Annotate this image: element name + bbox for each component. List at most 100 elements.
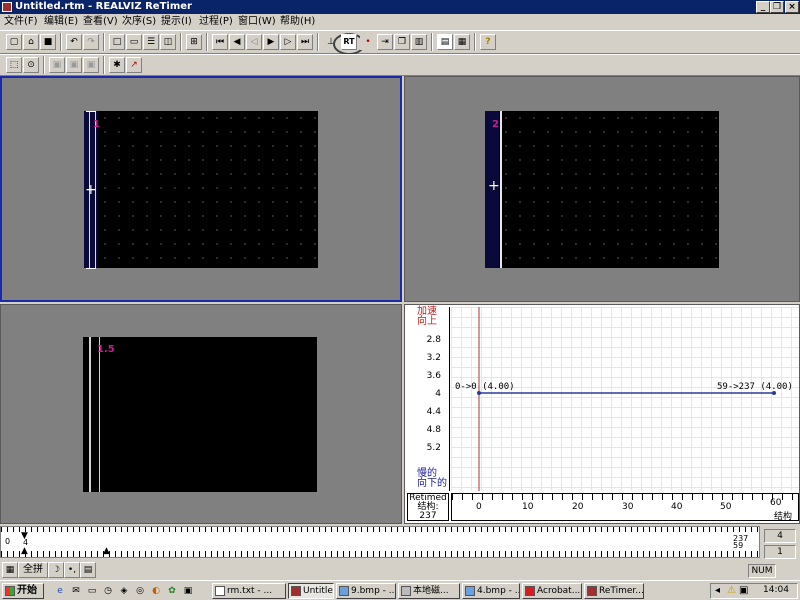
moon-icon[interactable]: ☽	[48, 562, 64, 578]
view-b-icon[interactable]: ▣	[66, 57, 82, 73]
menu-edit[interactable]: 编辑(E)	[42, 15, 80, 29]
task-untitled[interactable]: Untitled...	[288, 583, 334, 599]
speaker-icon[interactable]: ◂	[715, 584, 720, 597]
paint-icon	[465, 586, 475, 596]
close-button[interactable]: ×	[785, 1, 799, 13]
num-lock-indicator: NUM	[748, 564, 776, 578]
quicklaunch-icon[interactable]: ◈	[116, 583, 132, 599]
y-tick-label: 4	[435, 389, 441, 399]
copy-icon[interactable]: ❐	[394, 34, 410, 50]
undo-icon[interactable]: ↶	[66, 34, 82, 50]
graph-svg	[477, 307, 776, 491]
redo-icon[interactable]: ↷	[83, 34, 99, 50]
tray-app-icon[interactable]: ▣	[180, 583, 196, 599]
toolbar-separator	[103, 56, 105, 74]
layout-rows-icon[interactable]: ☰	[143, 34, 159, 50]
timeline-ticks-bottom	[1, 551, 759, 557]
ime-icon[interactable]: ▦	[2, 562, 18, 578]
viewport-a[interactable]: 1 +	[0, 76, 402, 302]
view-c-icon[interactable]: ▣	[83, 57, 99, 73]
restore-button[interactable]: ❐	[770, 1, 784, 13]
menu-view[interactable]: 查看(V)	[81, 15, 120, 29]
taskbar: 开始 e ✉ ▭ ◷ ◈ ◎ ◐ ✿ ▣ rm.txt - ... Untitl…	[0, 580, 800, 600]
frame-field-bottom[interactable]: 1	[764, 545, 796, 559]
keyboard-icon[interactable]: ▤	[80, 562, 96, 578]
menu-hint[interactable]: 提示(I)	[159, 15, 194, 29]
task-label: ReTimer...	[599, 586, 644, 596]
layout-columns-icon[interactable]: ◫	[160, 34, 176, 50]
task-label: 本地磁...	[413, 586, 449, 596]
viewport-c[interactable]: 1.5	[0, 304, 402, 524]
tray-app-icon[interactable]: ✿	[164, 583, 180, 599]
go-last-icon[interactable]: ⏭	[297, 34, 313, 50]
layout-grid-icon[interactable]: ⊞	[186, 34, 202, 50]
minimize-button[interactable]: _	[756, 1, 770, 13]
y-top-label-line2: 向上	[417, 316, 437, 327]
settings-panel-icon[interactable]: ▦	[454, 34, 470, 50]
range-start-marker-icon[interactable]: ▲	[21, 546, 28, 556]
range-end-marker-icon[interactable]: ▲	[103, 546, 110, 556]
windows-logo-icon	[5, 586, 15, 596]
viewport-b-frame	[485, 111, 719, 268]
graph-plot-area[interactable]: 0->0 (4.00) 59->237 (4.00)	[451, 307, 799, 491]
properties-icon[interactable]: ▤	[437, 34, 453, 50]
network-icon[interactable]: ▣	[739, 584, 748, 597]
layout-single-icon[interactable]: □	[109, 34, 125, 50]
menu-sequence[interactable]: 次序(S)	[120, 15, 158, 29]
warning-icon[interactable]: ⚠	[727, 584, 736, 597]
y-tick-label: 3.6	[426, 371, 441, 381]
y-bottom-label: 慢的 向下的	[417, 469, 447, 489]
menu-process[interactable]: 过程(P)	[197, 15, 235, 29]
firefox-icon[interactable]: ◐	[148, 583, 164, 599]
retime-graph-panel[interactable]: 加速 向上 2.8 3.2 3.6 4 4.4 4.8 5.2 慢的 向下的 0…	[404, 304, 800, 524]
realtime-preview-button[interactable]: RT	[341, 34, 357, 50]
curve-edit-icon[interactable]: ↗	[126, 57, 142, 73]
save-icon[interactable]: ■	[40, 34, 56, 50]
frame-number-label: 1	[93, 119, 100, 130]
media-icon[interactable]: ◎	[132, 583, 148, 599]
toolbar-separator	[474, 33, 476, 51]
import-icon[interactable]: ⇥	[377, 34, 393, 50]
ime-tile-button[interactable]: 全拼	[18, 562, 48, 578]
step-forward-icon[interactable]: ▷	[280, 34, 296, 50]
toolbar-separator	[206, 33, 208, 51]
frame-field-top[interactable]: 4	[764, 529, 796, 543]
open-folder-icon[interactable]: ⌂	[23, 34, 39, 50]
menu-window[interactable]: 窗口(W)	[236, 15, 278, 29]
new-file-icon[interactable]: ▢	[6, 34, 22, 50]
task-rm-txt[interactable]: rm.txt - ...	[212, 583, 286, 599]
task-4-bmp[interactable]: 4.bmp - ...	[462, 583, 520, 599]
ie-icon[interactable]: e	[52, 583, 68, 599]
task-label: rm.txt - ...	[227, 586, 273, 596]
play-back-icon[interactable]: ◁	[246, 34, 262, 50]
outlook-icon[interactable]: ✉	[68, 583, 84, 599]
record-icon[interactable]: •	[360, 34, 376, 50]
task-local-disk[interactable]: 本地磁...	[398, 583, 460, 599]
task-9-bmp[interactable]: 9.bmp - ...	[336, 583, 396, 599]
app-icon[interactable]	[2, 2, 12, 12]
layout-split-icon[interactable]: ▭	[126, 34, 142, 50]
crosshair-icon: +	[488, 178, 500, 194]
target-icon[interactable]: ⊙	[23, 57, 39, 73]
viewport-b[interactable]: 2 +	[404, 76, 800, 302]
keyframe-icon[interactable]: ✱	[109, 57, 125, 73]
desktop-icon[interactable]: ▭	[84, 583, 100, 599]
y-tick-label: 2.8	[426, 335, 441, 345]
task-retimer[interactable]: ReTimer...	[584, 583, 644, 599]
y-tick-label: 4.4	[426, 407, 441, 417]
menu-help[interactable]: 帮助(H)	[278, 15, 317, 29]
clock-app-icon[interactable]: ◷	[100, 583, 116, 599]
help-icon[interactable]: ?	[480, 34, 496, 50]
menu-file[interactable]: 文件(F)	[2, 15, 40, 29]
step-back-icon[interactable]: ◀	[229, 34, 245, 50]
filmstrip-icon[interactable]: ▥	[411, 34, 427, 50]
play-icon[interactable]: ▶	[263, 34, 279, 50]
timeline-ruler[interactable]: 0 ▼ 4 ▲ ▲ 237 59	[0, 526, 760, 558]
marquee-select-icon[interactable]: ⬚	[6, 57, 22, 73]
start-button[interactable]: 开始	[2, 583, 44, 599]
crosshair-icon: +	[85, 182, 97, 198]
go-first-icon[interactable]: ⏮	[212, 34, 228, 50]
view-a-icon[interactable]: ▣	[49, 57, 65, 73]
task-acrobat[interactable]: Acrobat...	[522, 583, 582, 599]
punct-icon[interactable]: •,	[64, 562, 80, 578]
